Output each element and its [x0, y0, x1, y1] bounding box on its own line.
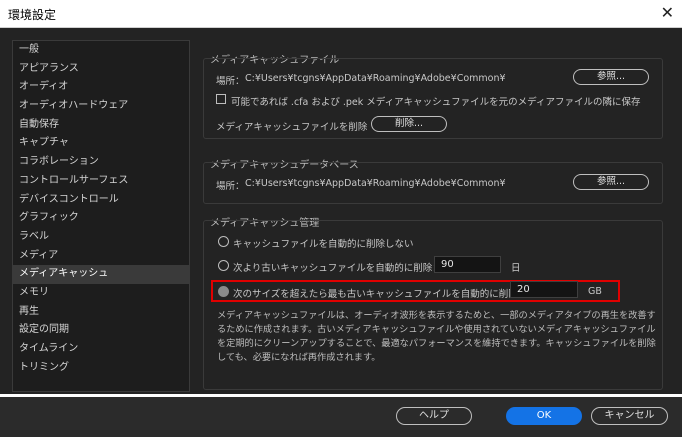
sidebar-item[interactable]: コントロールサーフェス	[13, 172, 189, 191]
sidebar-item[interactable]: コラボレーション	[13, 153, 189, 172]
radio-delete-older[interactable]	[218, 260, 229, 271]
media-cache-db-browse-button[interactable]: 参照...	[573, 174, 649, 190]
sidebar-item[interactable]: タイムライン	[13, 340, 189, 359]
sidebar-item[interactable]: オーディオハードウェア	[13, 97, 189, 116]
sidebar-item[interactable]: キャプチャ	[13, 134, 189, 153]
sidebar-item[interactable]: メディアキャッシュ	[13, 265, 189, 284]
media-cache-files-browse-button[interactable]: 参照...	[573, 69, 649, 85]
sidebar-item[interactable]: 設定の同期	[13, 321, 189, 340]
sidebar-item[interactable]: アピアランス	[13, 60, 189, 79]
delete-over-size-label: 次のサイズを超えたら最も古いキャッシュファイルを自動的に削除：	[233, 289, 528, 300]
ok-button[interactable]: OK	[506, 407, 582, 425]
window-title: 環境設定	[8, 8, 57, 22]
sidebar-item[interactable]: 一般	[13, 41, 189, 60]
delete-cache-files-button[interactable]: 削除...	[371, 116, 447, 132]
save-next-to-originals-checkbox[interactable]	[216, 94, 226, 104]
gb-unit-label: GB	[588, 286, 602, 297]
delete-older-label: 次より古いキャッシュファイルを自動的に削除：	[233, 263, 442, 274]
sidebar-item[interactable]: メディア	[13, 247, 189, 266]
sidebar-item[interactable]: グラフィック	[13, 209, 189, 228]
help-button[interactable]: ヘルプ	[396, 407, 472, 425]
save-next-to-originals-label: 可能であれば .cfa および .pek メディアキャッシュファイルを元のメディ…	[231, 97, 641, 108]
cache-description: メディアキャッシュファイルは、オーディオ波形を表示するためと、一部のメディアタイ…	[217, 310, 656, 363]
delete-cache-files-label: メディアキャッシュファイルを削除	[216, 122, 368, 133]
sidebar-item[interactable]: メモリ	[13, 284, 189, 303]
older-than-days-input[interactable]: 90	[434, 256, 501, 273]
preferences-sidebar: 一般 アピアランス オーディオ オーディオハードウェア 自動保存 キャプチャ コラボレーショ…	[12, 40, 190, 392]
media-cache-db-path: C:¥Users¥tcgns¥AppData¥Roaming¥Adobe¥Com…	[245, 178, 506, 189]
radio-no-auto-delete[interactable]	[218, 236, 229, 247]
title-bar: 環境設定 ✕	[0, 0, 682, 28]
sidebar-item[interactable]: トリミング	[13, 359, 189, 378]
dialog-footer: ヘルプ OK キャンセル	[0, 394, 682, 437]
no-auto-delete-label: キャッシュファイルを自動的に削除しない	[233, 239, 414, 250]
radio-delete-over-size[interactable]	[218, 286, 229, 297]
location-label: 場所：	[216, 76, 245, 87]
days-unit-label: 日	[511, 263, 521, 274]
over-size-gb-input[interactable]: 20	[510, 281, 578, 298]
sidebar-item[interactable]: 再生	[13, 303, 189, 322]
db-location-label: 場所：	[216, 181, 245, 192]
close-icon[interactable]: ✕	[661, 3, 674, 22]
cancel-button[interactable]: キャンセル	[591, 407, 668, 425]
sidebar-item[interactable]: 自動保存	[13, 116, 189, 135]
sidebar-item[interactable]: デバイスコントロール	[13, 191, 189, 210]
sidebar-item[interactable]: オーディオ	[13, 78, 189, 97]
preferences-panel: 一般 アピアランス オーディオ オーディオハードウェア 自動保存 キャプチャ コラボレーショ…	[0, 28, 682, 394]
sidebar-item[interactable]: ラベル	[13, 228, 189, 247]
media-cache-files-path: C:¥Users¥tcgns¥AppData¥Roaming¥Adobe¥Com…	[245, 73, 506, 84]
